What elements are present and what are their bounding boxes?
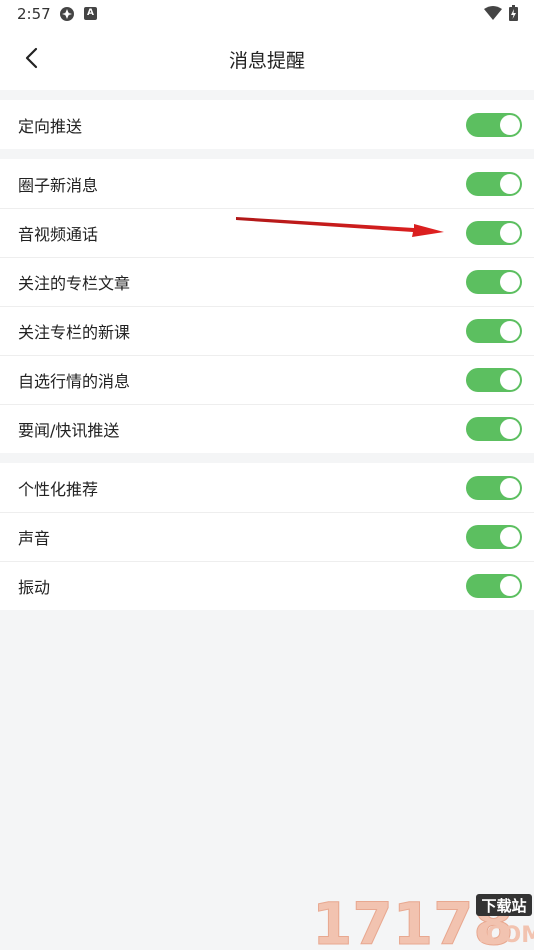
setting-row-column-articles: 关注的专栏文章 [0,257,534,306]
setting-label: 定向推送 [18,116,83,136]
toggle-knob [500,222,520,243]
settings-section-push: 定向推送 [0,100,534,149]
setting-label: 关注专栏的新课 [18,322,131,342]
setting-label: 圈子新消息 [18,175,99,195]
setting-label: 个性化推荐 [18,479,99,499]
battery-icon [509,5,518,21]
notification-app-icon [60,7,74,21]
status-time: 2:57 [17,5,51,23]
setting-row-circle-messages: 圈子新消息 [0,159,534,208]
toggle-switch[interactable] [466,475,522,500]
setting-row-column-courses: 关注专栏的新课 [0,306,534,355]
toggle-switch[interactable] [466,524,522,549]
toggle-knob [500,271,520,292]
setting-row-vibration: 振动 [0,561,534,610]
setting-label: 自选行情的消息 [18,371,131,391]
toggle-switch[interactable] [466,318,522,343]
toggle-switch[interactable] [466,269,522,294]
chevron-left-icon[interactable] [20,46,44,70]
toggle-knob [500,114,520,135]
toggle-switch[interactable] [466,171,522,196]
toggle-switch[interactable] [466,220,522,245]
setting-label: 音视频通话 [18,224,99,244]
setting-label: 要闻/快讯推送 [18,420,120,440]
settings-section-messages: 圈子新消息 音视频通话 关注的专栏文章 关注专栏的新课 自选行情的消息 要闻/快… [0,159,534,453]
wifi-icon [484,6,502,20]
watermark-logo: 17178 下载站 .COM [312,890,534,949]
setting-label: 振动 [18,577,51,597]
title-bar: 消息提醒 [0,28,534,90]
toggle-knob [500,320,520,341]
toggle-knob [500,369,520,390]
toggle-knob [500,575,520,596]
setting-row-sound: 声音 [0,512,534,561]
setting-row-news-push: 要闻/快讯推送 [0,404,534,453]
toggle-knob [500,526,520,547]
notification-a-icon: A [84,7,97,20]
setting-row-watchlist-messages: 自选行情的消息 [0,355,534,404]
toggle-switch[interactable] [466,112,522,137]
setting-label: 声音 [18,528,51,548]
toggle-knob [500,418,520,439]
toggle-switch[interactable] [466,416,522,441]
toggle-switch[interactable] [466,367,522,392]
watermark-domain: .COM [478,923,534,948]
watermark-tag: 下载站 [481,897,526,915]
page-title: 消息提醒 [228,49,305,72]
toggle-knob [500,477,520,498]
setting-label: 关注的专栏文章 [18,273,131,293]
setting-row-personalized: 个性化推荐 [0,463,534,512]
status-bar: 2:57 A [0,0,534,28]
setting-row-directed-push: 定向推送 [0,100,534,149]
setting-row-av-call: 音视频通话 [0,208,534,257]
settings-section-general: 个性化推荐 声音 振动 [0,463,534,610]
toggle-switch[interactable] [466,573,522,598]
toggle-knob [500,173,520,194]
